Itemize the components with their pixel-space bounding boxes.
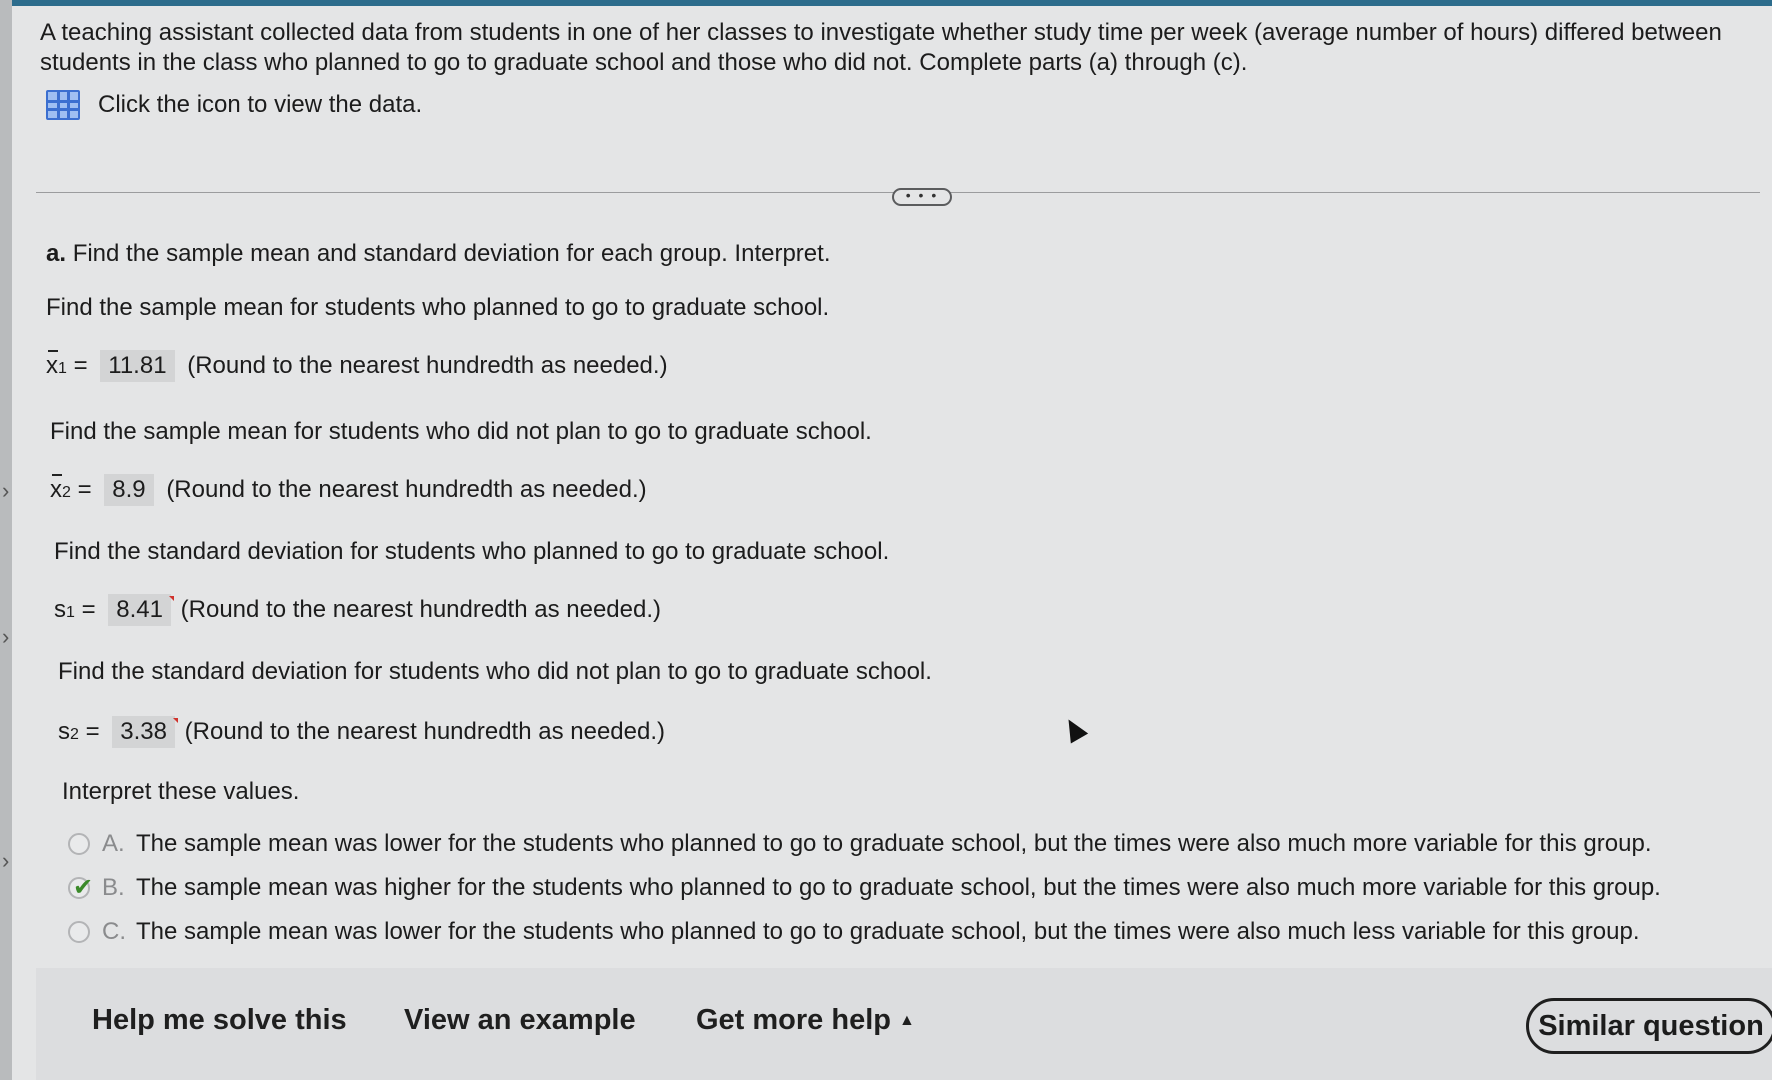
choice-c[interactable]: C. The sample mean was lower for the stu… <box>68 918 1639 946</box>
question-s1: Find the standard deviation for students… <box>54 538 890 565</box>
caret-up-icon: ▲ <box>899 1012 915 1029</box>
get-more-help-label[interactable]: Get more help <box>696 1004 891 1036</box>
answer-row-s2: s2 = 3.38 (Round to the nearest hundredt… <box>58 716 665 748</box>
round-hint: (Round to the nearest hundredth as neede… <box>184 718 665 745</box>
problem-statement: A teaching assistant collected data from… <box>40 19 1722 76</box>
choice-text[interactable]: The sample mean was higher for the stude… <box>136 874 1661 902</box>
radio-a[interactable] <box>68 833 90 855</box>
answer-row-s1: s1 = 8.41 (Round to the nearest hundredt… <box>54 594 661 626</box>
feedback-flag-icon <box>172 718 178 723</box>
similar-question-button[interactable]: Similar question <box>1526 998 1772 1054</box>
choice-letter: C. <box>102 918 126 945</box>
question-x1: Find the sample mean for students who pl… <box>46 294 830 321</box>
choice-text[interactable]: The sample mean was lower for the studen… <box>136 918 1639 946</box>
x2-answer-field[interactable]: 8.9 <box>104 474 154 506</box>
feedback-flag-icon <box>168 596 174 601</box>
choice-letter: A. <box>102 830 125 857</box>
answer-row-x1: x1 = 11.81 (Round to the nearest hundred… <box>46 350 668 382</box>
chevron-right-icon[interactable]: › <box>2 478 9 504</box>
chevron-right-icon[interactable]: › <box>2 848 9 874</box>
s1-answer-field[interactable]: 8.41 <box>108 594 171 626</box>
view-data-link[interactable]: Click the icon to view the data. <box>46 88 422 122</box>
equals-sign: = <box>85 718 100 745</box>
grid-icon[interactable] <box>46 90 80 120</box>
left-rail <box>0 0 12 1080</box>
radio-b[interactable]: ✔ <box>68 874 93 901</box>
equals-sign: = <box>81 596 96 623</box>
get-more-help-button[interactable]: Get more help ▲ <box>696 1004 915 1037</box>
screen: › › › A teaching assistant collected dat… <box>0 0 1772 1080</box>
x1-answer-field[interactable]: 11.81 <box>100 350 175 382</box>
view-data-label[interactable]: Click the icon to view the data. <box>98 91 422 119</box>
check-icon: ✔ <box>73 874 94 901</box>
interpret-prompt: Interpret these values. <box>62 778 300 805</box>
equals-sign: = <box>77 476 92 503</box>
chevron-right-icon[interactable]: › <box>2 624 9 650</box>
answer-row-x2: x2 = 8.9 (Round to the nearest hundredth… <box>50 474 647 506</box>
choice-a[interactable]: A. The sample mean was lower for the stu… <box>68 830 1651 858</box>
s1-symbol: s1 <box>54 596 75 623</box>
part-letter: a. <box>46 240 67 267</box>
x2-symbol: x2 <box>50 474 71 503</box>
radio-c[interactable] <box>68 921 90 943</box>
help-me-solve-button[interactable]: Help me solve this <box>92 1004 347 1037</box>
x1-symbol: x1 <box>46 350 67 379</box>
expand-more-button[interactable]: • • • <box>892 188 952 206</box>
round-hint: (Round to the nearest hundredth as neede… <box>180 596 661 623</box>
question-s2: Find the standard deviation for students… <box>58 658 932 685</box>
equals-sign: = <box>73 352 88 379</box>
question-x2: Find the sample mean for students who di… <box>50 418 872 445</box>
round-hint: (Round to the nearest hundredth as neede… <box>187 352 668 379</box>
part-a-heading: a. Find the sample mean and standard dev… <box>46 240 830 268</box>
choice-letter: B. <box>102 874 125 901</box>
s2-symbol: s2 <box>58 718 79 745</box>
choice-text[interactable]: The sample mean was lower for the studen… <box>136 830 1651 858</box>
view-example-button[interactable]: View an example <box>404 1004 636 1037</box>
s2-answer-field[interactable]: 3.38 <box>112 716 175 748</box>
part-a-instructions: Find the sample mean and standard deviat… <box>72 240 831 267</box>
round-hint: (Round to the nearest hundredth as neede… <box>166 476 647 503</box>
choice-b[interactable]: ✔ B. The sample mean was higher for the … <box>68 874 1661 902</box>
